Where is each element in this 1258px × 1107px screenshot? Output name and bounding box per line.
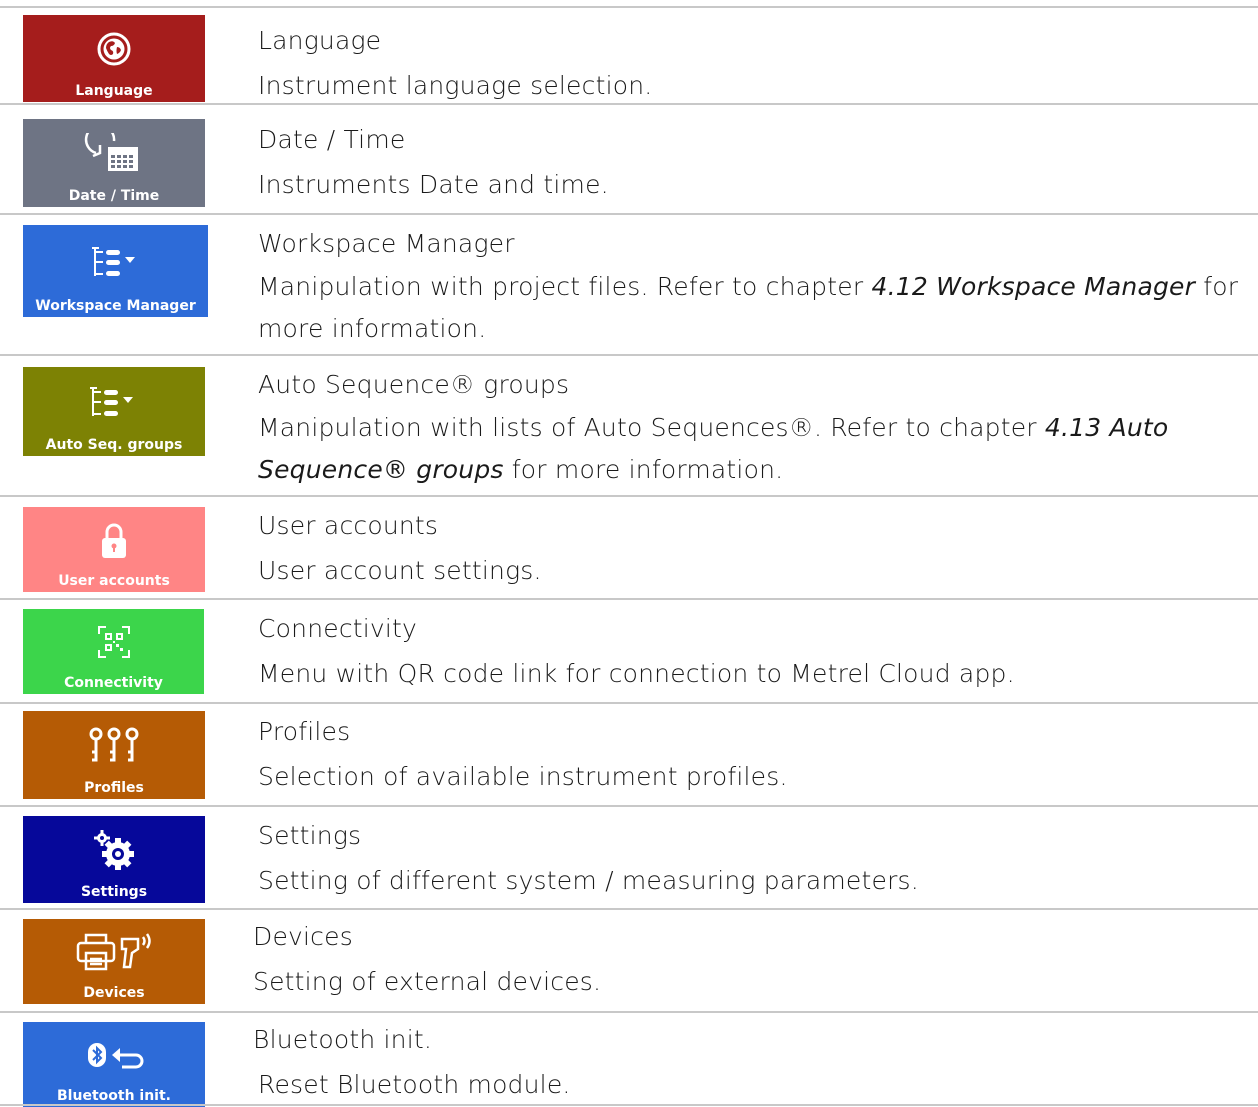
tile-label: Auto Seq. groups: [45, 437, 183, 453]
tile-label: Connectivity: [64, 675, 163, 691]
menu-row-devices: Devices Devices Setting of external devi…: [0, 908, 1258, 1011]
devices-tile[interactable]: Devices: [23, 919, 205, 1004]
item-text: Devices Setting of external devices.: [253, 914, 1248, 1004]
profiles-tile[interactable]: Profiles: [23, 711, 205, 799]
qr-code-icon: [23, 609, 204, 675]
tile-label: User accounts: [58, 573, 170, 589]
auto-seq-groups-tile[interactable]: Auto Seq. groups: [23, 367, 205, 456]
item-text: Connectivity Menu with QR code link for …: [258, 606, 1248, 696]
language-tile[interactable]: Language: [23, 15, 205, 102]
tile-label: Language: [75, 83, 153, 99]
date-time-tile[interactable]: Date / Time: [23, 119, 205, 207]
menu-row-workspace-manager: Workspace Manager Workspace Manager Mani…: [0, 213, 1258, 354]
menu-row-bluetooth-init: Bluetooth init. Bluetooth init. Reset Bl…: [0, 1011, 1258, 1107]
item-description: Setting of external devices.: [253, 967, 602, 996]
item-title: Settings: [258, 821, 362, 850]
menu-row-connectivity: Connectivity Connectivity Menu with QR c…: [0, 598, 1258, 702]
bluetooth-init-tile[interactable]: Bluetooth init.: [23, 1022, 205, 1107]
item-title: Profiles: [258, 717, 351, 746]
menu-row-language: Language Language Instrument language se…: [0, 6, 1258, 103]
tile-label: Settings: [80, 884, 148, 900]
item-text: Auto Sequence® groups Manipulation with …: [258, 362, 1248, 491]
item-text: User accounts User account settings.: [258, 503, 1248, 593]
connectivity-tile[interactable]: Connectivity: [23, 609, 204, 694]
item-title: Devices: [253, 922, 353, 951]
tree-list-icon: [23, 225, 208, 298]
bluetooth-reset-icon: [23, 1022, 205, 1088]
tile-label: Date / Time: [68, 188, 160, 204]
menu-row-profiles: Profiles Profiles Selection of available…: [0, 702, 1258, 805]
item-description: Setting of different system / measuring …: [258, 866, 919, 895]
item-description: Manipulation with project files. Refer t…: [258, 272, 1239, 343]
item-title: User accounts: [258, 511, 439, 540]
item-description: Instruments Date and time.: [258, 170, 609, 199]
menu-row-auto-seq-groups: Auto Seq. groups Auto Sequence® groups M…: [0, 354, 1258, 495]
workspace-manager-tile[interactable]: Workspace Manager: [23, 225, 208, 317]
chapter-reference: 4.12 Workspace Manager: [871, 272, 1196, 301]
item-description: Instrument language selection.: [258, 71, 653, 100]
item-title: Workspace Manager: [258, 229, 515, 258]
item-title: Auto Sequence® groups: [258, 370, 570, 399]
tile-label: Profiles: [84, 780, 144, 796]
item-text: Date / Time Instruments Date and time.: [258, 117, 1248, 207]
item-text: Language Instrument language selection.: [258, 18, 1248, 108]
globe-icon: [23, 15, 205, 83]
tile-label: Devices: [83, 985, 145, 1001]
menu-row-settings: Settings Settings Setting of different s…: [0, 805, 1258, 908]
settings-tile[interactable]: Settings: [23, 816, 205, 903]
item-description: Reset Bluetooth module.: [258, 1070, 571, 1099]
item-description: Selection of available instrument profil…: [258, 762, 788, 791]
menu-row-date-time: Date / Time Date / Time Instruments Date…: [0, 103, 1258, 213]
menu-row-user-accounts: User accounts User accounts User account…: [0, 495, 1258, 598]
item-title: Connectivity: [258, 614, 418, 643]
item-text: Profiles Selection of available instrume…: [258, 709, 1248, 799]
lock-icon: [23, 507, 205, 573]
item-text: Workspace Manager Manipulation with proj…: [258, 221, 1248, 350]
item-description: Manipulation with lists of Auto Sequence…: [258, 413, 1169, 484]
item-description: Menu with QR code link for connection to…: [258, 659, 1015, 688]
item-title: Bluetooth init.: [253, 1025, 433, 1054]
item-title: Date / Time: [258, 125, 406, 154]
tree-list-icon: [23, 367, 205, 437]
keys-icon: [23, 711, 205, 780]
user-accounts-tile[interactable]: User accounts: [23, 507, 205, 592]
tile-label: Workspace Manager: [35, 298, 196, 314]
gears-icon: [23, 816, 205, 884]
item-text: Bluetooth init. Reset Bluetooth module.: [253, 1017, 1248, 1107]
item-title: Language: [258, 26, 382, 55]
clock-calendar-icon: [23, 119, 205, 188]
printer-scanner-icon: [23, 919, 205, 985]
item-text: Settings Setting of different system / m…: [258, 813, 1248, 903]
item-description: User account settings.: [258, 556, 542, 585]
